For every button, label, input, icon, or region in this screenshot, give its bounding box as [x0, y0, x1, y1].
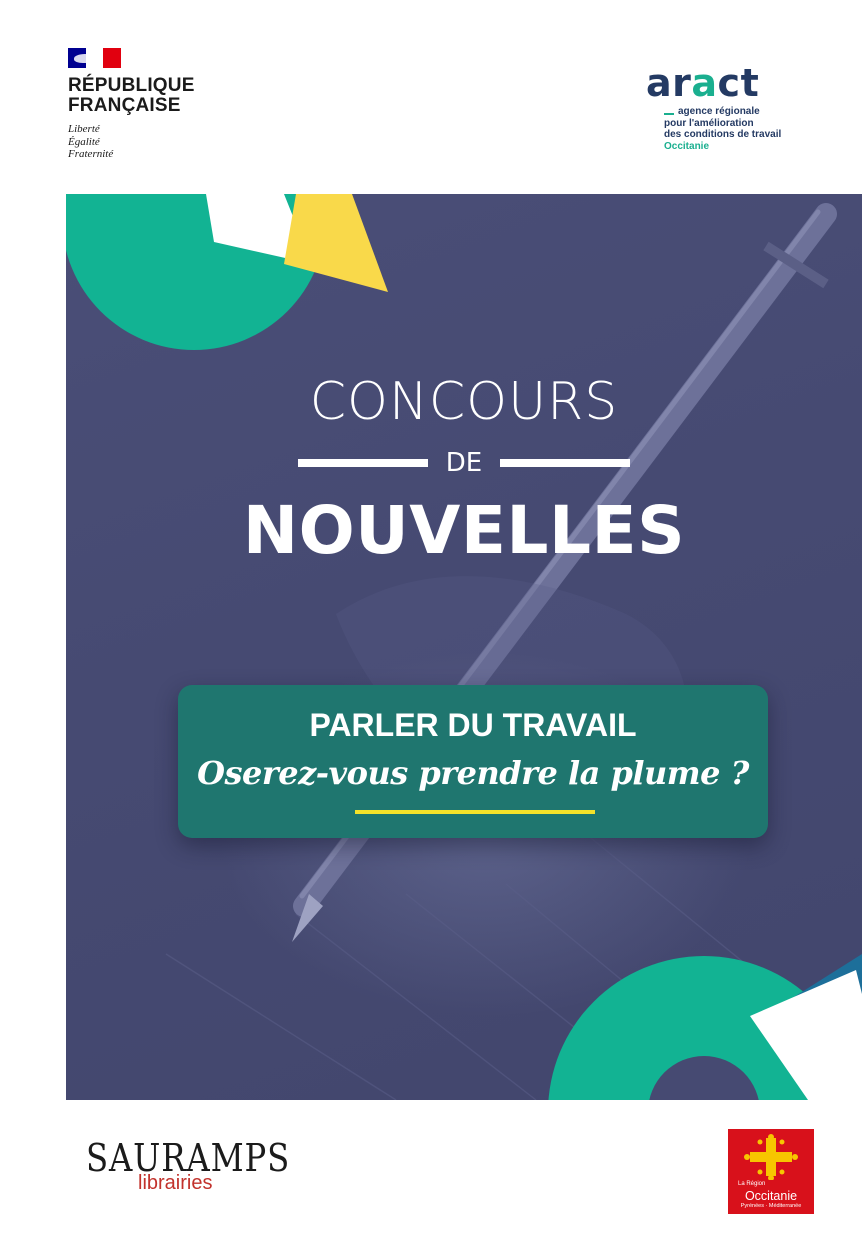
- title-de-row: DE: [66, 448, 862, 478]
- aract-region: Occitanie: [664, 140, 710, 152]
- sauramps-wordmark: SAURAMPS: [86, 1136, 291, 1180]
- motto-egalite: Égalité: [68, 135, 100, 148]
- republique-name-line2: FRANÇAISE: [68, 95, 181, 116]
- aract-wordmark: aract: [646, 61, 760, 105]
- occitan-cross-icon: [744, 1134, 798, 1180]
- title-de: DE: [445, 448, 483, 478]
- aract-logo: aract agence régionale pour l'améliorati…: [646, 64, 796, 152]
- occitanie-name: Occitanie: [744, 1189, 798, 1203]
- hero-decorations: [66, 194, 862, 1100]
- occitanie-sub: Pyrénées · Méditerranée: [740, 1203, 802, 1209]
- title-nouvelles: NOUVELLES: [242, 492, 686, 569]
- region-occitanie-logo: La Région Occitanie Pyrénées · Méditerra…: [728, 1129, 814, 1214]
- motto-fraternite: Fraternité: [68, 148, 114, 160]
- title-left-rule: [297, 459, 428, 467]
- republique-name: RÉPUBLIQUE FRANÇAISE: [68, 76, 208, 116]
- banner-tagline: Oserez-vous prendre la plume ?: [197, 754, 749, 792]
- title-right-rule: [500, 459, 631, 467]
- aract-line2: pour l'amélioration: [664, 117, 754, 129]
- banner-title: PARLER DU TRAVAIL: [309, 707, 637, 743]
- republique-francaise-logo: RÉPUBLIQUE FRANÇAISE Liberté Égalité Fra…: [68, 48, 208, 161]
- occitanie-small: La Région: [738, 1181, 766, 1187]
- sauramps-logo: SAURAMPS librairies: [86, 1136, 291, 1194]
- aract-line3: des conditions de travail: [664, 129, 782, 140]
- banner-underline: [355, 810, 595, 814]
- marianne-flag-icon: [68, 48, 122, 68]
- motto-liberte: Liberté: [68, 123, 100, 135]
- republique-motto: Liberté Égalité Fraternité: [68, 123, 208, 161]
- hero-panel: CONCOURS DE NOUVELLES PARLER DU TRAVAIL …: [66, 194, 862, 1100]
- title-concours: CONCOURS: [309, 372, 619, 432]
- aract-line1: agence régionale: [678, 106, 760, 117]
- aract-tagline: agence régionale pour l'amélioration des…: [646, 106, 796, 152]
- republique-name-line1: RÉPUBLIQUE: [68, 75, 195, 96]
- theme-banner: PARLER DU TRAVAIL Oserez-vous prendre la…: [178, 685, 768, 838]
